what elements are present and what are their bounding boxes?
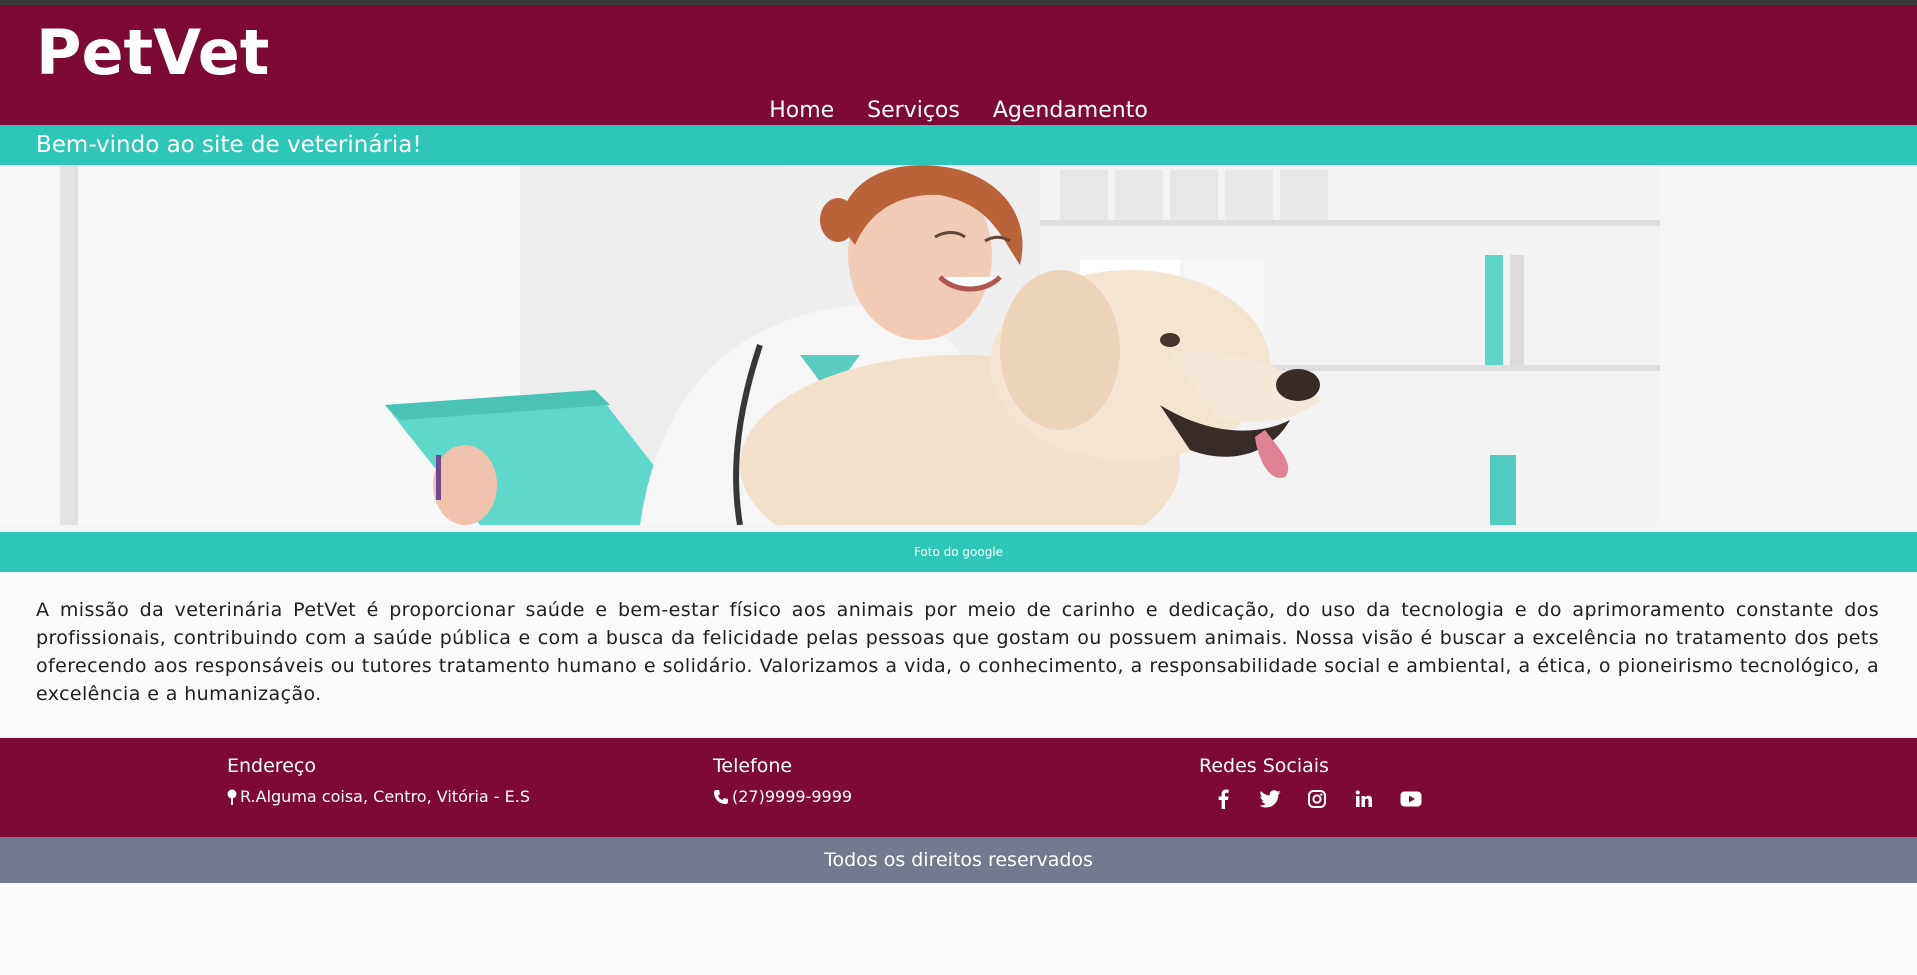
nav-home-link[interactable]: Home xyxy=(769,98,834,123)
nav-servicos-link[interactable]: Serviços xyxy=(867,98,960,123)
youtube-icon xyxy=(1400,791,1421,807)
youtube-link[interactable] xyxy=(1387,786,1434,812)
instagram-link[interactable] xyxy=(1293,786,1340,812)
photo-caption-bar: Foto do google xyxy=(0,532,1917,572)
facebook-icon xyxy=(1218,789,1229,809)
twitter-icon xyxy=(1259,790,1280,808)
phone-title: Telefone xyxy=(713,755,793,777)
copyright-text: Todos os direitos reservados xyxy=(824,849,1093,871)
phone-icon xyxy=(714,790,728,804)
welcome-text: Bem-vindo ao site de veterinária! xyxy=(36,132,422,158)
mission-paragraph: A missão da veterinária PetVet é proporc… xyxy=(36,599,1879,705)
copyright-bar: Todos os direitos reservados xyxy=(0,837,1917,883)
welcome-banner: Bem-vindo ao site de veterinária! xyxy=(0,125,1917,165)
map-marker-icon xyxy=(227,789,237,805)
site-footer: Endereço R.Alguma coisa, Centro, Vitória… xyxy=(0,738,1917,837)
address-title: Endereço xyxy=(227,755,316,777)
hero-image xyxy=(0,165,1917,525)
phone-text[interactable]: (27)9999-9999 xyxy=(732,786,852,808)
footer-address-column: Endereço R.Alguma coisa, Centro, Vitória… xyxy=(227,752,530,808)
linkedin-icon xyxy=(1355,790,1372,807)
hero-divider xyxy=(0,525,1917,532)
main-nav: Home Serviços Agendamento xyxy=(0,93,1917,129)
photo-caption: Foto do google xyxy=(913,545,1004,559)
footer-phone-column: Telefone (27)9999-9999 xyxy=(713,752,852,808)
nav-agendamento-link[interactable]: Agendamento xyxy=(993,98,1148,123)
site-logo[interactable]: PetVet xyxy=(36,13,269,93)
vet-with-dog-illustration xyxy=(0,165,1917,525)
twitter-link[interactable] xyxy=(1246,786,1293,812)
social-links xyxy=(1199,786,1434,812)
linkedin-link[interactable] xyxy=(1340,786,1387,812)
facebook-link[interactable] xyxy=(1199,786,1246,812)
footer-social-column: Redes Sociais xyxy=(1199,752,1434,812)
instagram-icon xyxy=(1307,790,1326,808)
social-title: Redes Sociais xyxy=(1199,755,1329,777)
phone-line: (27)9999-9999 xyxy=(713,786,852,808)
site-header: PetVet Home Serviços Agendamento xyxy=(0,5,1917,125)
address-text: R.Alguma coisa, Centro, Vitória - E.S xyxy=(240,787,530,806)
address-line: R.Alguma coisa, Centro, Vitória - E.S xyxy=(227,786,530,808)
